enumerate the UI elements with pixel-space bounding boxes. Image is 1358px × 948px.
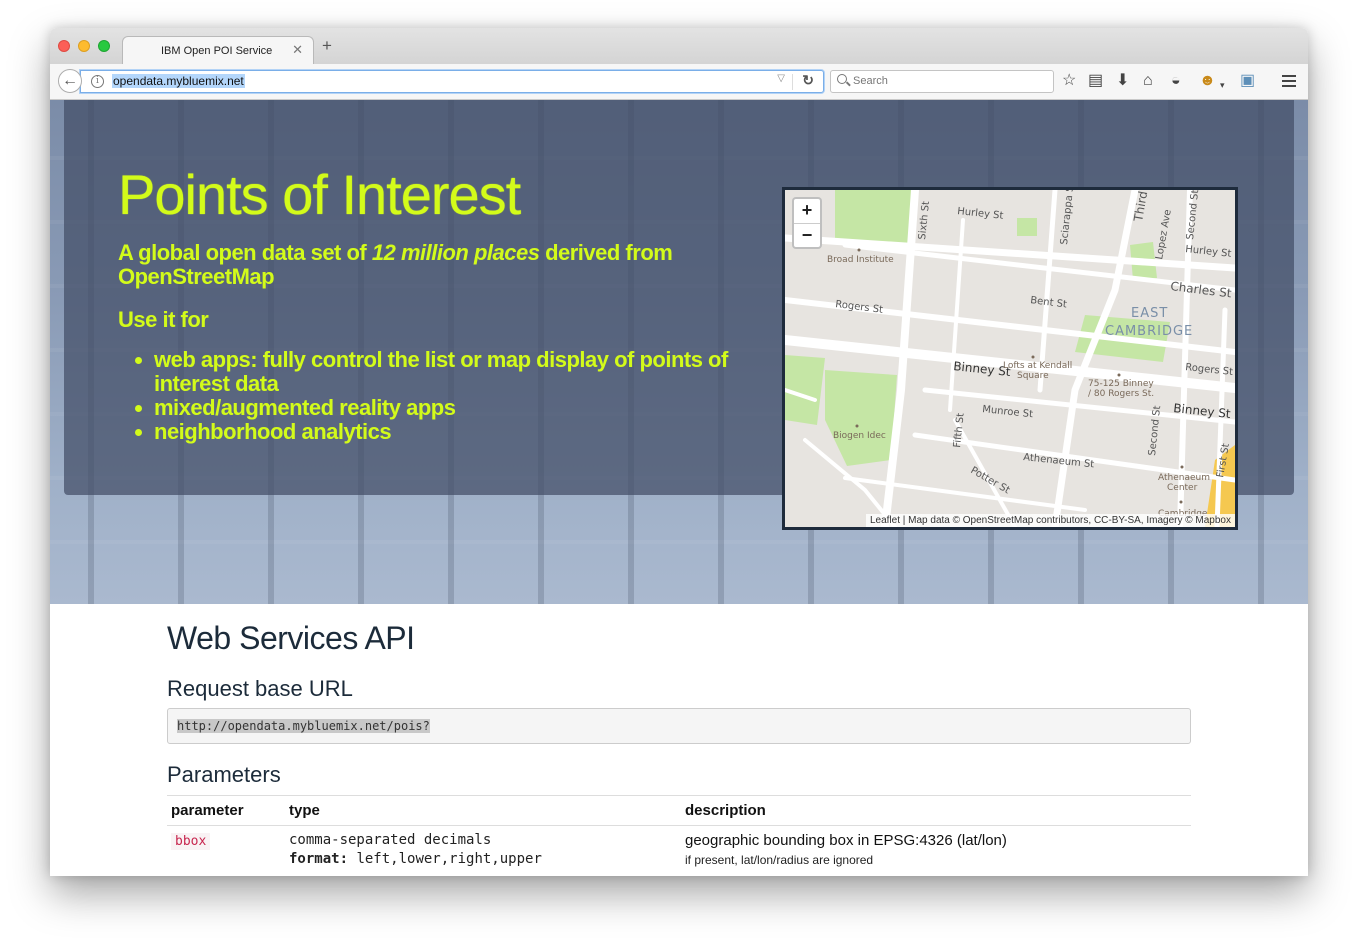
subtitle-before: A global open data set of	[118, 240, 372, 265]
map-label-east: EAST	[1131, 306, 1168, 321]
url-text[interactable]: opendata.mybluemix.net	[112, 74, 245, 88]
hamburger-menu-icon[interactable]	[1282, 75, 1296, 77]
format-value: left,lower,right,upper	[348, 851, 542, 867]
base-url-code[interactable]: http://opendata.mybluemix.net/pois?	[177, 719, 430, 733]
map-label-athenaeum-center-1: Athenaeum	[1158, 473, 1210, 483]
use-case-item: mixed/augmented reality apps	[118, 396, 738, 420]
url-dropdown-icon[interactable]: ▽	[777, 73, 785, 84]
home-icon[interactable]: ⌂	[1143, 72, 1153, 90]
param-cell: bbox	[167, 826, 285, 874]
nav-toolbar: i opendata.mybluemix.net ▽ ↻ ← Search ☆ …	[50, 64, 1308, 100]
back-arrow-icon: ←	[62, 72, 78, 89]
download-icon[interactable]: ⬇	[1116, 72, 1129, 90]
format-label: format:	[289, 851, 349, 867]
type-cell: comma-separated decimals format: left,lo…	[285, 826, 681, 874]
tab-strip: IBM Open POI Service ✕ +	[50, 28, 1308, 66]
map-label-biogen: Biogen Idec	[833, 431, 886, 441]
url-bar[interactable]: i opendata.mybluemix.net ▽ ↻	[80, 70, 824, 93]
use-case-item: web apps: fully control the list or map …	[118, 348, 738, 396]
param-description: geographic bounding box in EPSG:4326 (la…	[685, 832, 1007, 849]
poi-map[interactable]: Hurley St Hurley St Sixth St Sciarappa S…	[782, 187, 1238, 530]
map-label-athenaeum-center-2: Center	[1167, 483, 1198, 493]
param-type: comma-separated decimals	[289, 832, 492, 848]
hero-banner: Points of Interest A global open data se…	[50, 100, 1308, 604]
bookmark-star-icon[interactable]: ☆	[1062, 72, 1076, 90]
browser-window: IBM Open POI Service ✕ + i opendata.mybl…	[50, 28, 1308, 876]
back-button[interactable]: ←	[58, 69, 82, 93]
search-placeholder: Search	[853, 75, 888, 87]
info-icon[interactable]: i	[91, 75, 104, 88]
zoom-control: + −	[792, 197, 822, 249]
map-label-broad-institute: Broad Institute	[827, 255, 894, 265]
map-tiles[interactable]: Hurley St Hurley St Sixth St Sciarappa S…	[785, 190, 1235, 527]
column-header-type: type	[285, 795, 681, 826]
minimize-window-button[interactable]	[78, 40, 90, 52]
parameters-heading: Parameters	[167, 762, 281, 787]
reading-list-icon[interactable]: ▤	[1088, 72, 1103, 90]
tab-title: IBM Open POI Service	[161, 45, 273, 57]
maximize-window-button[interactable]	[98, 40, 110, 52]
use-for-heading: Use it for	[118, 307, 209, 332]
description-cell: geographic bounding box in EPSG:4326 (la…	[681, 826, 1191, 874]
extension-v-icon[interactable]: ▣	[1240, 72, 1255, 90]
reload-icon[interactable]: ↻	[802, 72, 814, 89]
use-case-item: neighborhood analytics	[118, 420, 738, 444]
subtitle-emphasis: 12 million places	[371, 240, 540, 265]
extension-monkey-icon[interactable]: ☻	[1199, 72, 1216, 90]
request-url-heading: Request base URL	[167, 676, 353, 701]
use-case-list: web apps: fully control the list or map …	[118, 348, 738, 444]
base-url-box: http://opendata.mybluemix.net/pois?	[167, 708, 1191, 744]
close-window-button[interactable]	[58, 40, 70, 52]
zoom-out-button[interactable]: −	[794, 224, 820, 248]
table-row: bbox comma-separated decimals format: le…	[167, 826, 1191, 874]
close-tab-icon[interactable]: ✕	[292, 42, 303, 58]
parameters-table: parameter type description bbox comma-se…	[167, 795, 1191, 873]
page-content: Points of Interest A global open data se…	[50, 100, 1308, 876]
url-divider	[792, 74, 793, 90]
api-heading: Web Services API	[167, 620, 415, 656]
map-label-binney-addr-1: 75-125 Binney	[1088, 379, 1154, 389]
new-tab-icon[interactable]: +	[322, 36, 332, 56]
column-header-parameter: parameter	[167, 795, 285, 826]
search-icon	[837, 74, 847, 84]
map-label-lofts-1: Lofts at Kendall	[1003, 361, 1072, 371]
browser-tab[interactable]: IBM Open POI Service ✕	[122, 36, 314, 66]
api-section: Web Services API Request base URL http:/…	[167, 620, 1191, 867]
param-format: format: left,lower,right,upper	[289, 851, 677, 867]
column-header-description: description	[681, 795, 1191, 826]
zoom-in-button[interactable]: +	[794, 199, 820, 224]
param-note: if present, lat/lon/radius are ignored	[685, 853, 874, 867]
page-title: Points of Interest	[118, 163, 521, 226]
pocket-icon[interactable]: ◒	[1171, 72, 1181, 90]
hero-subtitle: A global open data set of 12 million pla…	[118, 241, 738, 289]
extension-dropdown-icon[interactable]: ▾	[1220, 76, 1225, 94]
table-header-row: parameter type description	[167, 795, 1191, 826]
map-label-cambridge: CAMBRIDGE	[1105, 324, 1193, 339]
map-label-binney-addr-2: / 80 Rogers St.	[1088, 389, 1154, 399]
param-name: bbox	[171, 833, 211, 850]
search-bar[interactable]: Search	[830, 70, 1054, 93]
map-attribution[interactable]: Leaflet | Map data © OpenStreetMap contr…	[865, 514, 1235, 527]
map-label-lofts-2: Square	[1017, 371, 1049, 381]
